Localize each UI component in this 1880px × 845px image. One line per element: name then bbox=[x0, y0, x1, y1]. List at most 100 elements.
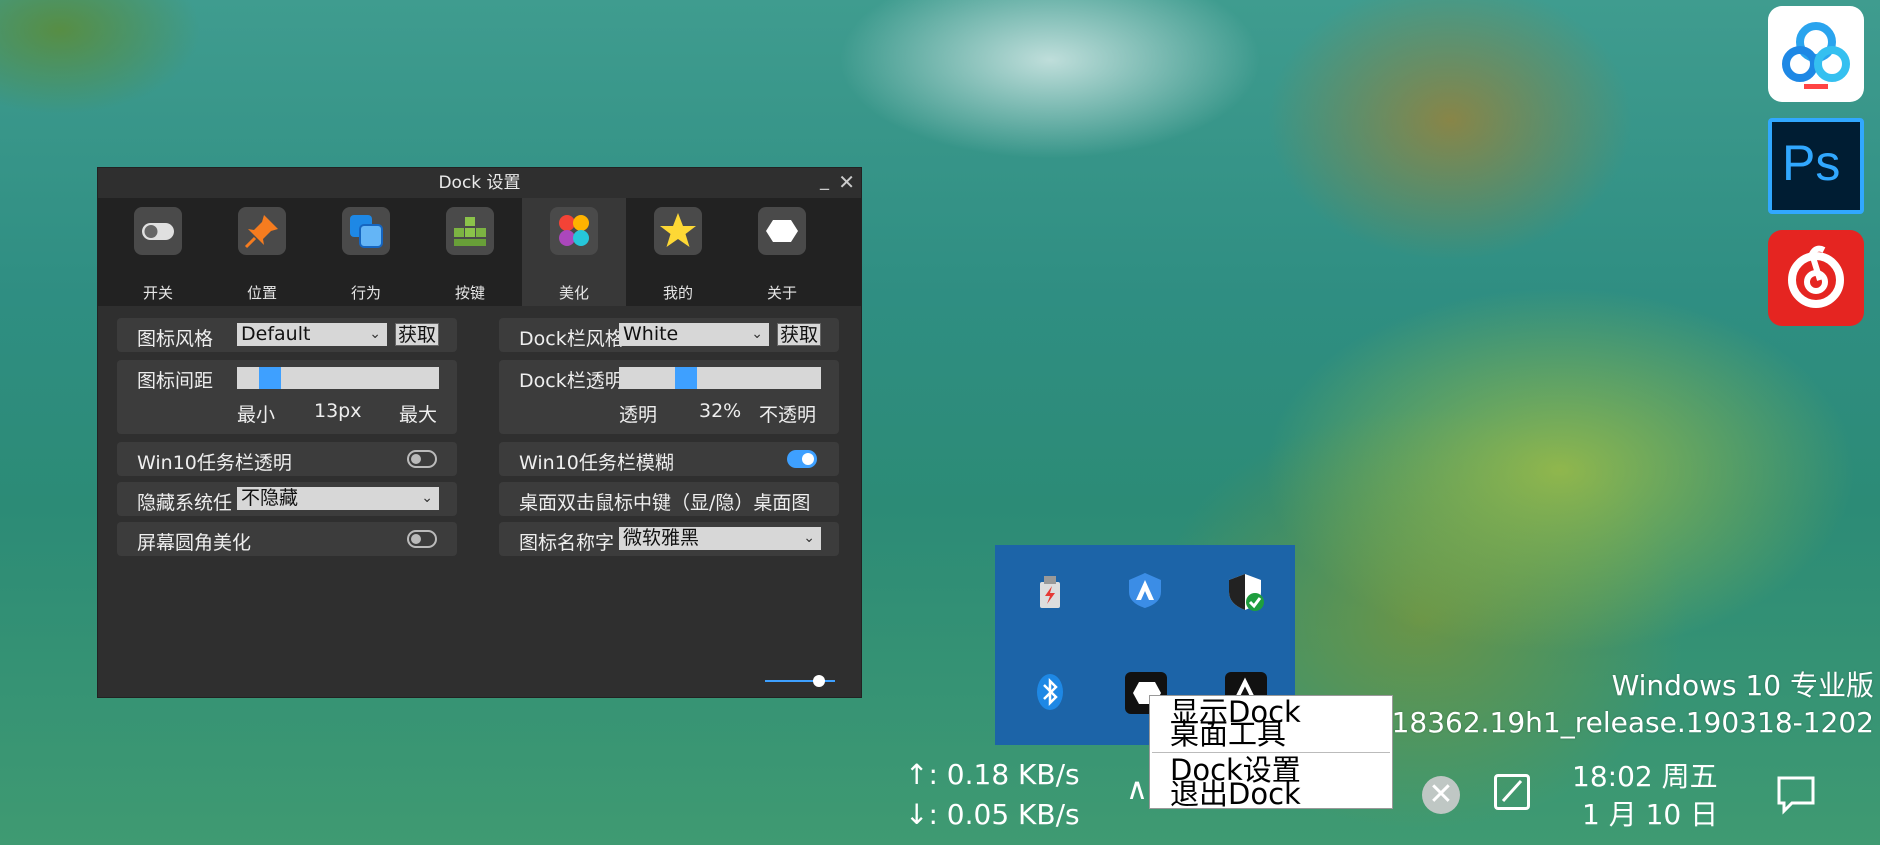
pushpin-icon bbox=[238, 207, 286, 255]
dock-opacity-value: 32% bbox=[699, 400, 742, 422]
tab-mine[interactable]: 我的 bbox=[626, 198, 730, 306]
toggle-switch-icon bbox=[134, 207, 182, 255]
icon-spacing-value: 13px bbox=[314, 400, 362, 422]
chevron-down-icon: ⌄ bbox=[421, 490, 433, 506]
chevron-down-icon: ⌄ bbox=[751, 326, 763, 342]
icon-spacing-min: 最小 bbox=[237, 404, 276, 426]
icon-name-font-value: 微软雅黑 bbox=[623, 527, 700, 549]
chevron-down-icon: ⌄ bbox=[803, 530, 815, 546]
dock-opacity-label: Dock栏透明 bbox=[519, 370, 624, 392]
icon-style-select[interactable]: Default ⌄ bbox=[237, 323, 387, 346]
slider-thumb[interactable] bbox=[675, 367, 697, 389]
hide-system-tray-select[interactable]: 不隐藏 ⌄ bbox=[237, 487, 439, 510]
icon-spacing-slider[interactable] bbox=[237, 367, 439, 389]
keys-blocks-icon bbox=[446, 207, 494, 255]
dock-context-menu: 显示Dock 桌面工具 Dock设置 退出Dock bbox=[1149, 695, 1393, 809]
tab-label: 开关 bbox=[142, 284, 173, 302]
toggle-knob bbox=[411, 454, 421, 464]
screen-corner-label: 屏幕圆角美化 bbox=[137, 532, 252, 554]
hide-system-tray-value: 不隐藏 bbox=[241, 487, 299, 509]
star-icon bbox=[654, 207, 702, 255]
dock-opacity-slider[interactable] bbox=[619, 367, 821, 389]
tab-position[interactable]: 位置 bbox=[210, 198, 314, 306]
dock-style-label: Dock栏风格 bbox=[519, 328, 624, 350]
dock-style-value: White bbox=[623, 323, 679, 345]
icon-name-font-label: 图标名称字 bbox=[519, 532, 615, 554]
circle-x-icon[interactable]: ✕ bbox=[1422, 776, 1460, 814]
icon-name-font-select[interactable]: 微软雅黑 ⌄ bbox=[619, 527, 821, 550]
slider-thumb[interactable] bbox=[259, 367, 281, 389]
tab-label: 关于 bbox=[766, 284, 797, 302]
icon-style-value: Default bbox=[241, 323, 311, 345]
tab-keys[interactable]: 按键 bbox=[418, 198, 522, 306]
screen-corner-row: 屏幕圆角美化 bbox=[117, 522, 457, 556]
icon-style-get-button[interactable]: 获取 bbox=[395, 323, 439, 346]
toggle-knob bbox=[411, 534, 421, 544]
close-button[interactable]: ✕ bbox=[838, 170, 855, 194]
menu-item-exit-dock[interactable]: 退出Dock bbox=[1170, 780, 1301, 809]
win10-taskbar-blur-label: Win10任务栏模糊 bbox=[519, 452, 674, 474]
pen-note-icon[interactable] bbox=[1494, 774, 1530, 810]
win10-taskbar-transparent-row: Win10任务栏透明 bbox=[117, 442, 457, 476]
win10-taskbar-transparent-label: Win10任务栏透明 bbox=[137, 452, 292, 474]
bluetooth-icon[interactable] bbox=[1030, 672, 1070, 712]
photoshop-label: Ps bbox=[1782, 135, 1841, 191]
tab-beautify[interactable]: 美化 bbox=[522, 198, 626, 306]
usb-eject-icon[interactable] bbox=[1030, 572, 1070, 612]
dock-opacity-row: Dock栏透明 透明 32% 不透明 bbox=[499, 360, 839, 434]
netease-music-icon[interactable] bbox=[1768, 230, 1864, 326]
tab-label: 按键 bbox=[454, 284, 485, 302]
notification-icon[interactable] bbox=[1776, 775, 1816, 815]
screen-corner-toggle[interactable] bbox=[407, 530, 437, 548]
dock-style-get-button[interactable]: 获取 bbox=[777, 323, 821, 346]
icon-name-font-row: 图标名称字 微软雅黑 ⌄ bbox=[499, 522, 839, 556]
toggle-knob bbox=[802, 453, 814, 465]
settings-tabs: 开关 位置 行为 按键 美化 我的 关于 bbox=[98, 198, 861, 306]
desktop-middle-click-label: 桌面双击鼠标中键（显/隐）桌面图 bbox=[519, 492, 811, 514]
baidu-netdisk-icon[interactable] bbox=[1768, 6, 1864, 102]
dock-opacity-min: 透明 bbox=[619, 404, 658, 426]
hexagon-logo-icon bbox=[758, 207, 806, 255]
hide-system-tray-label: 隐藏系统任 bbox=[137, 492, 233, 514]
photoshop-icon[interactable]: Ps bbox=[1768, 118, 1864, 214]
desktop-middle-click-row[interactable]: 桌面双击鼠标中键（显/隐）桌面图 bbox=[499, 482, 839, 516]
icon-spacing-max: 最大 bbox=[399, 404, 438, 426]
tab-label: 行为 bbox=[350, 284, 381, 302]
tab-label: 美化 bbox=[558, 284, 589, 302]
win10-taskbar-transparent-toggle[interactable] bbox=[407, 450, 437, 468]
dock-opacity-max: 不透明 bbox=[759, 404, 817, 426]
window-size-slider[interactable] bbox=[765, 675, 835, 687]
clock-time[interactable]: 18:02 周五 bbox=[1572, 755, 1718, 795]
tab-label: 位置 bbox=[246, 284, 277, 302]
net-download-speed: ↓: 0.05 KB/s bbox=[905, 798, 1080, 831]
chevron-up-icon[interactable]: ∧ bbox=[1126, 772, 1148, 807]
palette-icon bbox=[550, 207, 598, 255]
tab-switch[interactable]: 开关 bbox=[106, 198, 210, 306]
overlapping-windows-icon bbox=[342, 207, 390, 255]
clock-date[interactable]: 1 月 10 日 bbox=[1582, 793, 1718, 833]
arc-shield-icon[interactable] bbox=[1125, 570, 1165, 610]
dock-style-row: Dock栏风格 White ⌄ 获取 bbox=[499, 318, 839, 352]
chevron-down-icon: ⌄ bbox=[369, 326, 381, 342]
minimize-button[interactable]: _ bbox=[820, 170, 829, 191]
window-title: Dock 设置 bbox=[438, 173, 521, 193]
dock-style-select[interactable]: White ⌄ bbox=[619, 323, 769, 346]
icon-spacing-row: 图标间距 最小 13px 最大 bbox=[117, 360, 457, 434]
beautify-panel: 图标风格 Default ⌄ 获取 图标间距 最小 13px 最大 Win10任… bbox=[98, 307, 861, 697]
windows-build-watermark: 18362.19h1_release.190318-1202 bbox=[1391, 706, 1874, 739]
menu-item-desktop-tools[interactable]: 桌面工具 bbox=[1170, 720, 1286, 749]
windows-edition-watermark: Windows 10 专业版 bbox=[1611, 669, 1874, 702]
defender-shield-icon[interactable] bbox=[1225, 572, 1265, 612]
win10-taskbar-blur-toggle[interactable] bbox=[787, 450, 817, 468]
dock-settings-window: Dock 设置 _ ✕ 开关 位置 行为 按键 美化 我的 关于 图标风格 De… bbox=[98, 168, 861, 697]
win10-taskbar-blur-row: Win10任务栏模糊 bbox=[499, 442, 839, 476]
tab-label: 我的 bbox=[662, 284, 693, 302]
icon-spacing-label: 图标间距 bbox=[137, 370, 214, 392]
hide-system-tray-row: 隐藏系统任 不隐藏 ⌄ bbox=[117, 482, 457, 516]
slider-thumb[interactable] bbox=[813, 675, 825, 687]
net-upload-speed: ↑: 0.18 KB/s bbox=[905, 758, 1080, 791]
tab-behavior[interactable]: 行为 bbox=[314, 198, 418, 306]
tab-about[interactable]: 关于 bbox=[730, 198, 834, 306]
icon-style-row: 图标风格 Default ⌄ 获取 bbox=[117, 318, 457, 352]
icon-style-label: 图标风格 bbox=[137, 328, 214, 350]
